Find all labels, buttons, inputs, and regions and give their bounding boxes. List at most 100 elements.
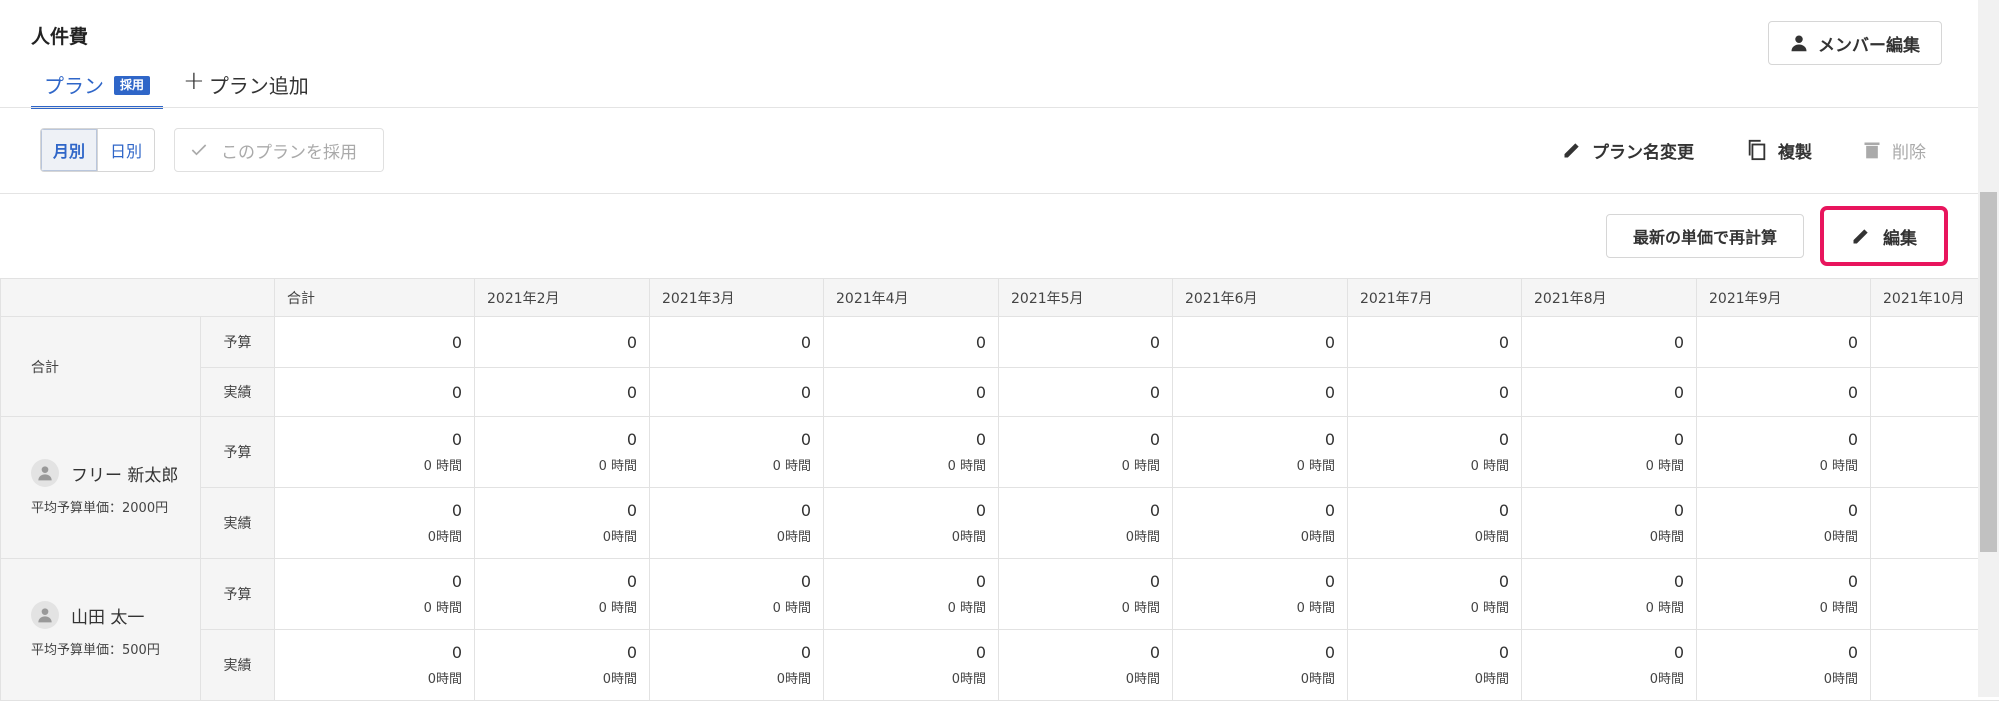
budget-cell: 00 時間 [1522, 417, 1697, 488]
budget-value: 0 [999, 430, 1160, 449]
actual-hours: 0時間 [1348, 668, 1509, 687]
total-budget-cell: 0 [999, 317, 1173, 368]
total-actual-cell: 0 [1173, 368, 1348, 417]
budget-cell: 00 時間 [1348, 417, 1522, 488]
pencil-icon [1851, 226, 1871, 246]
budget-hours: 0 時間 [275, 597, 462, 616]
actual-hours: 0時間 [999, 526, 1160, 545]
budget-value: 0 [275, 430, 462, 449]
daily-toggle[interactable]: 日別 [98, 129, 154, 171]
budget-hours: 0 時間 [1173, 455, 1335, 474]
rename-plan-button[interactable]: プラン名変更 [1562, 136, 1694, 164]
budget-value: 0 [1173, 572, 1335, 591]
budget-hours: 0 時間 [1522, 455, 1684, 474]
member-name: フリー 新太郎 [71, 461, 178, 486]
budget-value: 0 [999, 572, 1160, 591]
actual-hours: 0時間 [824, 526, 986, 545]
actual-hours: 0時間 [824, 668, 986, 687]
recalculate-button[interactable]: 最新の単価で再計算 [1606, 214, 1804, 258]
actual-hours: 0時間 [999, 668, 1160, 687]
table-row: フリー 新太郎 平均予算単価：2000円 予算 00 時間 00 時間 00 時… [1, 417, 1999, 488]
rename-plan-label: プラン名変更 [1592, 138, 1694, 163]
actual-value: 0 [1697, 643, 1858, 662]
budget-cell: 0 0 時間 [1173, 559, 1348, 630]
budget-cell: 0 0 時間 [1522, 559, 1697, 630]
budget-cell: 00 時間 [475, 417, 650, 488]
divider [0, 107, 1978, 108]
actual-cell: 00時間 [1697, 630, 1871, 701]
budget-value: 0 [650, 572, 811, 591]
budget-value: 0 [1697, 430, 1858, 449]
actual-value: 0 [999, 643, 1160, 662]
table-row: 実績 00時間 00時間 00時間 00時間 00時間 00時間 00時間 00… [1, 488, 1999, 559]
actual-value: 0 [1522, 643, 1684, 662]
pencil-icon [1562, 140, 1582, 160]
actual-value: 0 [1173, 643, 1335, 662]
actual-label: 実績 [201, 368, 275, 417]
table-row: 実績 0 0 0 0 0 0 0 0 0 [1, 368, 1999, 417]
tab-plan[interactable]: プラン 採用 [31, 70, 163, 109]
add-plan-tab[interactable]: + プラン追加 [183, 70, 309, 99]
adopt-plan-button[interactable]: このプランを採用 [174, 128, 384, 172]
member-avg-price: 平均予算単価：500円 [31, 639, 200, 658]
actual-cell: 00時間 [475, 630, 650, 701]
avatar [31, 459, 59, 487]
budget-value: 0 [1348, 572, 1509, 591]
edit-label: 編集 [1883, 224, 1917, 249]
column-header: 2021年7月 [1348, 279, 1522, 317]
member-name: 山田 太一 [71, 603, 144, 628]
member-edit-label: メンバー編集 [1818, 31, 1920, 56]
actual-cell: 00時間 [1173, 630, 1348, 701]
budget-hours: 0 時間 [1522, 597, 1684, 616]
budget-value: 0 [1173, 430, 1335, 449]
actual-cell: 00時間 [1348, 488, 1522, 559]
actual-label: 実績 [201, 488, 275, 559]
budget-hours: 0 時間 [999, 597, 1160, 616]
scrollbar-thumb[interactable] [1980, 192, 1997, 552]
member-edit-button[interactable]: メンバー編集 [1768, 21, 1942, 65]
delete-button[interactable]: 削除 [1862, 136, 1926, 164]
actual-cell: 00時間 [275, 630, 475, 701]
total-budget-cell: 0 [1348, 317, 1522, 368]
budget-cell: 00 時間 [1697, 417, 1871, 488]
column-header: 2021年2月 [475, 279, 650, 317]
budget-value: 0 [1522, 572, 1684, 591]
budget-value: 0 [1348, 430, 1509, 449]
actual-cell: 00時間 [650, 488, 824, 559]
budget-value: 0 [475, 572, 637, 591]
total-budget-cell: 0 [650, 317, 824, 368]
actual-cell: 00時間 [1348, 630, 1522, 701]
actual-value: 0 [475, 501, 637, 520]
budget-cell: 00 時間 [275, 417, 475, 488]
person-icon [37, 607, 53, 623]
actual-hours: 0時間 [1522, 526, 1684, 545]
period-toggle: 月別 日別 [40, 128, 155, 172]
budget-cell: 00 時間 [650, 559, 824, 630]
add-plan-label: プラン追加 [209, 70, 309, 99]
edit-button[interactable]: 編集 [1820, 206, 1948, 266]
budget-cell: 00 時間 [1697, 559, 1871, 630]
budget-hours: 0 時間 [824, 597, 986, 616]
total-budget-cell: 0 [824, 317, 999, 368]
actual-cell: 00時間 [1173, 488, 1348, 559]
plan-tabs: プラン 採用 + プラン追加 [31, 70, 309, 108]
monthly-toggle[interactable]: 月別 [41, 129, 98, 171]
person-icon [37, 465, 53, 481]
total-budget-cell: 0 [1173, 317, 1348, 368]
budget-cell: 00 時間 [824, 417, 999, 488]
actual-hours: 0時間 [1697, 526, 1858, 545]
table-row: 実績 00時間 00時間 00時間 00時間 00時間 00時間 00時間 00… [1, 630, 1999, 701]
delete-label: 削除 [1892, 138, 1926, 163]
actual-cell: 00時間 [1522, 630, 1697, 701]
budget-cell: 00 時間 [275, 559, 475, 630]
actual-value: 0 [1522, 501, 1684, 520]
actual-hours: 0時間 [1697, 668, 1858, 687]
budget-value: 0 [650, 430, 811, 449]
duplicate-button[interactable]: 複製 [1746, 136, 1812, 164]
budget-label: 予算 [201, 559, 275, 630]
budget-cell: 00 時間 [1348, 559, 1522, 630]
actual-value: 0 [275, 643, 462, 662]
budget-hours: 0 時間 [1173, 597, 1335, 616]
actual-value: 0 [1697, 501, 1858, 520]
total-budget-cell: 0 [1522, 317, 1697, 368]
